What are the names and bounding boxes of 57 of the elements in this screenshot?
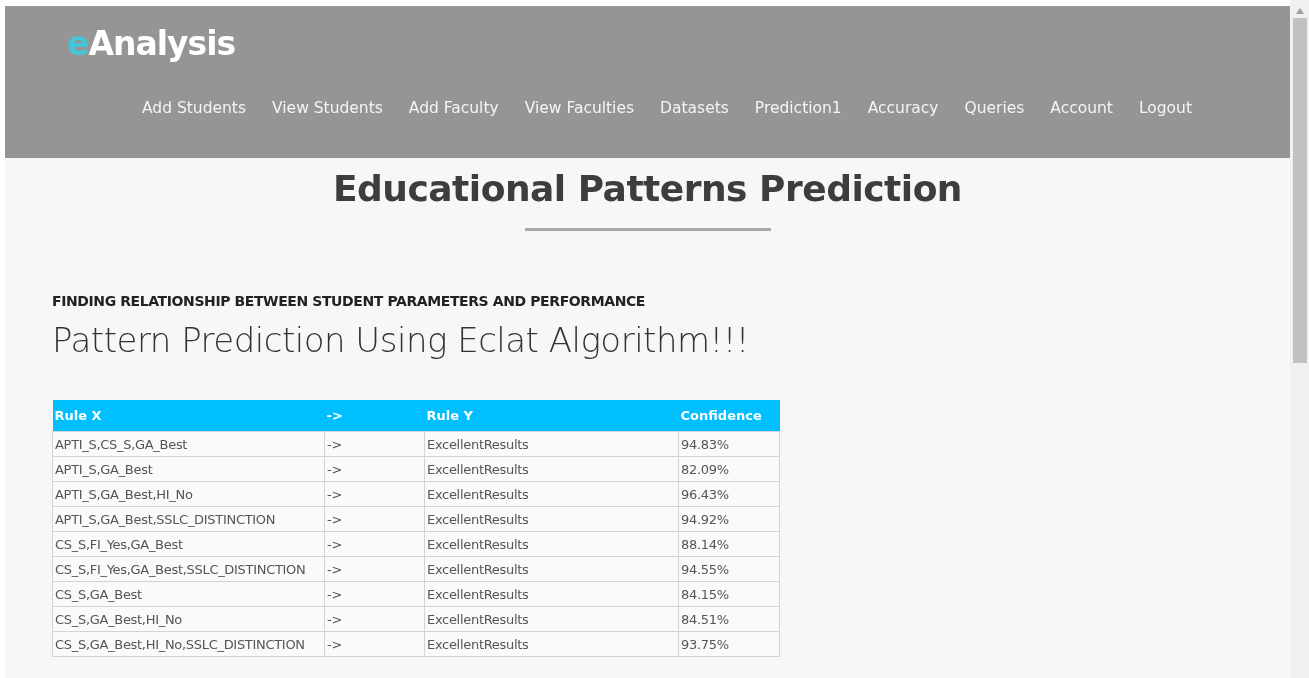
table-cell: APTI_S,CS_S,GA_Best (52, 431, 325, 457)
table-cell: ExcellentResults (424, 456, 679, 482)
nav-link[interactable]: Logout (1125, 95, 1205, 121)
table-cell: ExcellentResults (424, 606, 679, 632)
column-header: Rule Y (424, 400, 679, 432)
table-cell: 94.55% (678, 556, 780, 582)
table-cell: -> (324, 581, 425, 607)
table-cell: 82.09% (678, 456, 780, 482)
nav-link[interactable]: View Faculties (511, 95, 648, 121)
table-cell: 93.75% (678, 631, 780, 657)
logo[interactable]: eAnalysis (67, 24, 236, 63)
section-subtitle: FINDING RELATIONSHIP BETWEEN STUDENT PARAMETERS AND PERFORMANCE (52, 293, 645, 309)
table-cell: ExcellentResults (424, 631, 679, 657)
table-cell: APTI_S,GA_Best,SSLC_DISTINCTION (52, 506, 325, 532)
table-cell: CS_S,FI_Yes,GA_Best,SSLC_DISTINCTION (52, 556, 325, 582)
nav-link[interactable]: Accuracy (854, 95, 952, 121)
table-cell: APTI_S,GA_Best,HI_No (52, 481, 325, 507)
table-cell: ExcellentResults (424, 431, 679, 457)
nav-link[interactable]: Prediction1 (741, 95, 855, 121)
table-cell: CS_S,FI_Yes,GA_Best (52, 531, 325, 557)
table-cell: 88.14% (678, 531, 780, 557)
table-cell: -> (324, 456, 425, 482)
table-cell: ExcellentResults (424, 506, 679, 532)
table-cell: 94.92% (678, 506, 780, 532)
table-cell: -> (324, 506, 425, 532)
nav-link[interactable]: Queries (951, 95, 1038, 121)
table-cell: APTI_S,GA_Best (52, 456, 325, 482)
nav-link[interactable]: Add Faculty (395, 95, 512, 121)
section-heading: Pattern Prediction Using Eclat Algorithm!!! (52, 320, 749, 360)
table-cell: CS_S,GA_Best,HI_No (52, 606, 325, 632)
table-cell: CS_S,GA_Best (52, 581, 325, 607)
table-cell: 96.43% (678, 481, 780, 507)
table-cell: -> (324, 631, 425, 657)
table-cell: ExcellentResults (424, 581, 679, 607)
table-cell: -> (324, 606, 425, 632)
table-cell: -> (324, 556, 425, 582)
table-cell: -> (324, 431, 425, 457)
column-header: -> (324, 400, 425, 432)
nav-link[interactable]: Datasets (647, 95, 742, 121)
column-header: Confidence (678, 400, 780, 432)
table-cell: ExcellentResults (424, 481, 679, 507)
scrollbar[interactable] (1290, 0, 1309, 678)
table-cell: 84.51% (678, 606, 780, 632)
scroll-thumb[interactable] (1292, 18, 1307, 363)
table-cell: 84.15% (678, 581, 780, 607)
nav-link[interactable]: Account (1037, 95, 1126, 121)
nav-link[interactable]: View Students (259, 95, 396, 121)
scroll-up-icon[interactable] (1295, 8, 1304, 14)
table-cell: ExcellentResults (424, 556, 679, 582)
column-header: Rule X (52, 400, 325, 432)
table-cell: CS_S,GA_Best,HI_No,SSLC_DISTINCTION (52, 631, 325, 657)
table-cell: -> (324, 481, 425, 507)
table-cell: ExcellentResults (424, 531, 679, 557)
table-cell: -> (324, 531, 425, 557)
nav-link[interactable]: Add Students (129, 95, 260, 121)
table-cell: 94.83% (678, 431, 780, 457)
page-title: Educational Patterns Prediction (332, 168, 963, 209)
